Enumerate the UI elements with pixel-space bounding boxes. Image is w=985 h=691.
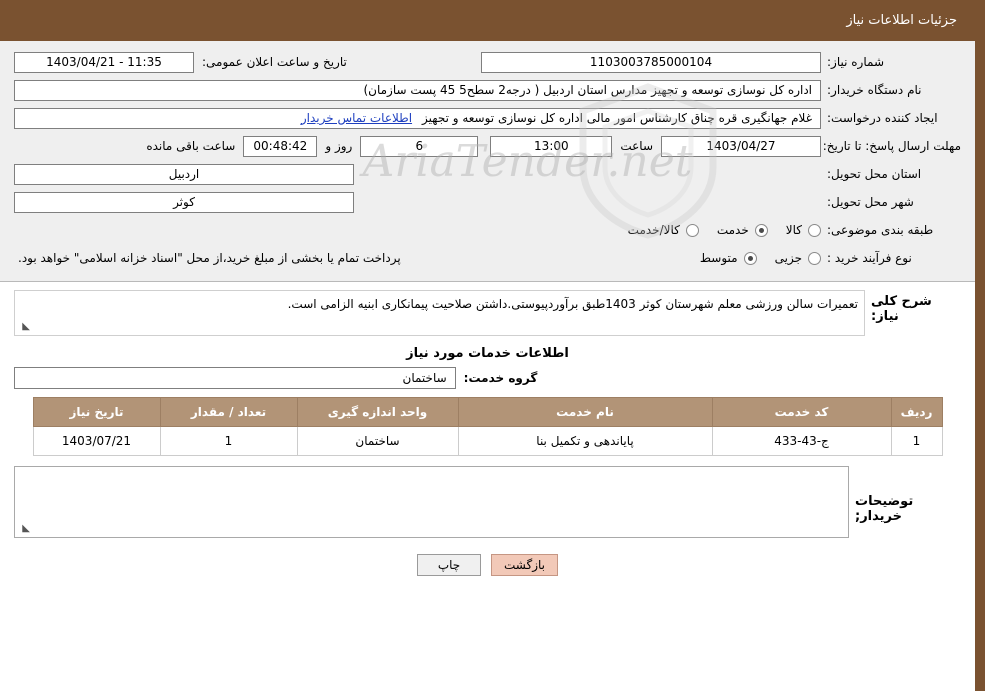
radio-category-1-label: خدمت xyxy=(716,223,749,237)
row-province: استان محل تحویل: اردبیل xyxy=(14,163,961,185)
description-textarea[interactable]: تعمیرات سالن ورزشی معلم شهرستان کوثر 140… xyxy=(14,290,865,336)
days-label: روز و xyxy=(325,139,353,153)
page-root: جزئیات اطلاعات نیاز AriaTender.net شماره… xyxy=(0,0,985,691)
category-label: طبقه بندی موضوعی: xyxy=(827,223,934,237)
need-number-value: 1103003785000104 xyxy=(481,51,821,73)
category-radio-group: کالا خدمت کالا/خدمت xyxy=(614,223,821,237)
announce-datetime-label: تاریخ و ساعت اعلان عمومی: xyxy=(202,55,347,69)
watermark: AriaTender.net xyxy=(0,41,975,281)
description-section: شرح کلی نیاز: تعمیرات سالن ورزشی معلم شه… xyxy=(0,282,975,338)
row-city: شهر محل تحویل: کوثر xyxy=(14,191,961,213)
services-section-title: اطلاعات خدمات مورد نیاز xyxy=(406,346,569,361)
purchase-type-label: نوع فرآیند خرید : xyxy=(827,251,912,265)
col-date: تاریخ نیاز xyxy=(32,397,161,427)
buyer-comments-section: توضیحات خریدار; ◣ xyxy=(0,456,975,542)
buyer-org-value: اداره کل نوسازی توسعه و تجهیز مدارس استا… xyxy=(14,79,821,101)
purchase-radio-group: جزیی متوسط xyxy=(686,251,821,265)
province-label: استان محل تحویل: xyxy=(827,167,922,181)
need-details-panel: AriaTender.net شماره نیاز: 1103003785000… xyxy=(0,41,975,282)
requester-field: غلام جهانگیری قره چناق کارشناس امور مالی… xyxy=(14,107,821,129)
services-table: ردیف کد خدمت نام خدمت واحد اندازه گیری ت… xyxy=(32,397,943,456)
resize-grip-icon[interactable]: ◣ xyxy=(18,322,30,334)
col-name: نام خدمت xyxy=(457,397,713,427)
description-label: شرح کلی نیاز: xyxy=(871,294,932,324)
buyer-org-label: نام دستگاه خریدار: xyxy=(827,83,922,97)
cell-quantity: 1 xyxy=(159,426,298,456)
row-purchase-type: نوع فرآیند خرید : جزیی متوسط پرداخت تمام… xyxy=(14,247,961,269)
comments-resize-grip-icon[interactable]: ◣ xyxy=(18,524,30,536)
table-row: 1 ج-43-433 پایاندهی و تکمیل بنا ساختمان … xyxy=(32,426,943,456)
print-button[interactable]: چاپ xyxy=(417,554,481,576)
city-label: شهر محل تحویل: xyxy=(827,195,914,209)
service-group-label: گروه خدمت: xyxy=(463,371,538,385)
row-category: طبقه بندی موضوعی: کالا خدمت کالا/خدمت xyxy=(14,219,961,241)
col-index: ردیف xyxy=(890,397,943,427)
announce-datetime-value: 1403/04/21 - 11:35 xyxy=(14,51,194,73)
cell-date: 1403/07/21 xyxy=(32,426,161,456)
row-buyer-org: نام دستگاه خریدار: اداره کل نوسازی توسعه… xyxy=(14,79,961,101)
radio-purchase-0-label: جزیی xyxy=(774,251,802,265)
table-header-row: ردیف کد خدمت نام خدمت واحد اندازه گیری ت… xyxy=(32,397,943,427)
service-group-row: گروه خدمت: ساختمان xyxy=(0,367,975,389)
cell-unit: ساختمان xyxy=(296,426,459,456)
requester-label: ایجاد کننده درخواست: xyxy=(827,111,938,125)
service-group-value: ساختمان xyxy=(14,367,456,389)
buyer-contact-link[interactable]: اطلاعات تماس خریدار xyxy=(301,109,412,128)
col-quantity: تعداد / مقدار xyxy=(159,397,298,427)
row-requester: ایجاد کننده درخواست: غلام جهانگیری قره چ… xyxy=(14,107,961,129)
page-title: جزئیات اطلاعات نیاز xyxy=(846,13,957,28)
purchase-note: پرداخت تمام یا بخشی از مبلغ خرید،از محل … xyxy=(18,251,401,265)
deadline-date: 1403/04/27 xyxy=(661,135,821,157)
radio-category-1[interactable] xyxy=(754,223,768,237)
requester-value: غلام جهانگیری قره چناق کارشناس امور مالی… xyxy=(422,110,812,125)
radio-category-2-label: کالا/خدمت xyxy=(627,223,680,237)
radio-purchase-1[interactable] xyxy=(743,251,757,265)
hour-label: ساعت xyxy=(620,139,653,153)
buyer-comments-text xyxy=(15,467,848,475)
radio-category-0[interactable] xyxy=(808,223,821,237)
back-button[interactable]: بازگشت xyxy=(491,554,558,576)
countdown-value: 00:48:42 xyxy=(243,135,318,157)
page-header: جزئیات اطلاعات نیاز xyxy=(0,0,975,41)
remaining-label: ساعت باقی مانده xyxy=(146,139,236,153)
description-text: تعمیرات سالن ورزشی معلم شهرستان کوثر 140… xyxy=(287,297,858,311)
remaining-days-value: 6 xyxy=(360,135,479,157)
province-value: اردبیل xyxy=(14,163,354,185)
city-value: کوثر xyxy=(14,191,354,213)
row-deadline: مهلت ارسال پاسخ: تا تاریخ: 1403/04/27 سا… xyxy=(14,135,961,157)
deadline-time: 13:00 xyxy=(490,135,613,157)
radio-purchase-1-label: متوسط xyxy=(699,251,738,265)
footer-buttons: بازگشت چاپ xyxy=(0,542,975,576)
deadline-label: مهلت ارسال پاسخ: تا تاریخ: xyxy=(822,139,961,153)
buyer-comments-textarea[interactable]: ◣ xyxy=(14,466,849,538)
buyer-comments-label: توضیحات خریدار; xyxy=(855,494,914,524)
shield-icon xyxy=(579,83,716,239)
cell-code: ج-43-433 xyxy=(711,426,892,456)
col-code: کد خدمت xyxy=(711,397,892,427)
need-number-label: شماره نیاز: xyxy=(827,55,884,69)
col-unit: واحد اندازه گیری xyxy=(296,397,459,427)
radio-purchase-0[interactable] xyxy=(808,251,821,265)
radio-category-0-label: کالا xyxy=(785,223,802,237)
row-need-number: شماره نیاز: 1103003785000104 تاریخ و ساع… xyxy=(14,51,961,73)
cell-name: پایاندهی و تکمیل بنا xyxy=(457,426,713,456)
cell-index: 1 xyxy=(890,426,943,456)
radio-category-2[interactable] xyxy=(685,223,699,237)
